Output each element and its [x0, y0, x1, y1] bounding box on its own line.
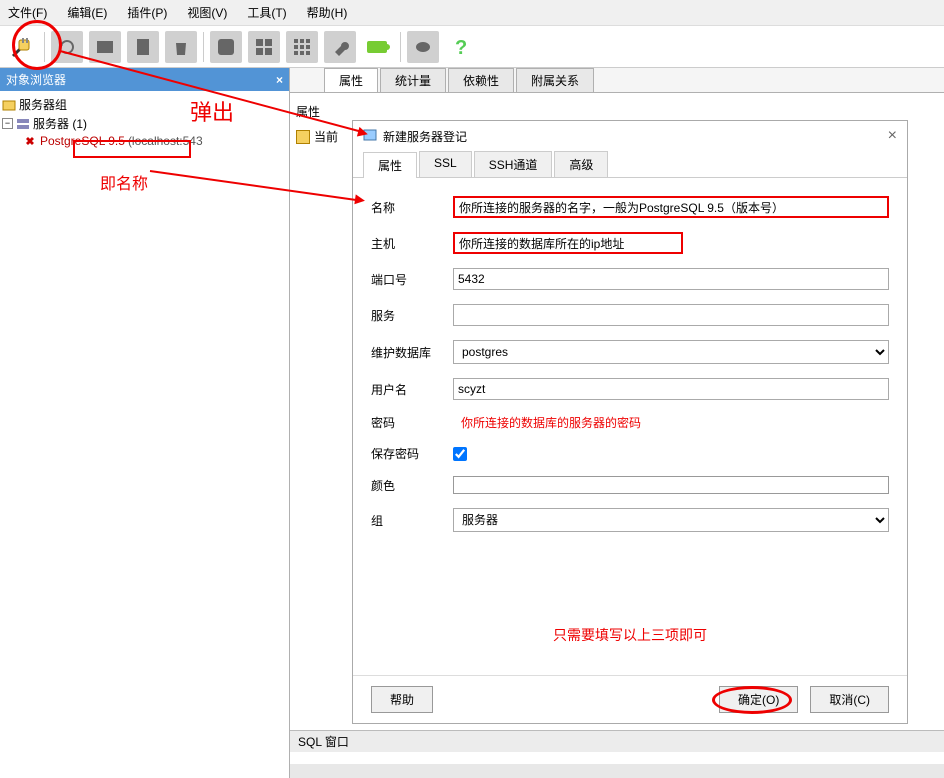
dialog-title: 新建服务器登记: [383, 128, 467, 145]
menu-view[interactable]: 视图(V): [183, 2, 231, 23]
select-group[interactable]: 服务器: [453, 508, 889, 532]
sidebar-title-label: 对象浏览器: [6, 71, 66, 88]
menu-bar: 文件(F) 编辑(E) 插件(P) 视图(V) 工具(T) 帮助(H): [0, 0, 944, 26]
toolbar-separator: [400, 32, 401, 62]
tab-properties[interactable]: 属性: [324, 68, 378, 92]
sidebar-close-icon[interactable]: ×: [276, 73, 283, 87]
cancel-button[interactable]: 取消(C): [810, 686, 889, 713]
label-savepwd: 保存密码: [371, 445, 441, 462]
input-user[interactable]: [453, 378, 889, 400]
tab-stats[interactable]: 统计量: [380, 68, 446, 92]
dialog-titlebar: 新建服务器登记 ×: [353, 121, 907, 151]
menu-edit[interactable]: 编辑(E): [63, 2, 111, 23]
tab-dependents[interactable]: 附属关系: [516, 68, 594, 92]
select-maintdb[interactable]: postgres: [453, 340, 889, 364]
grid-icon[interactable]: [248, 31, 280, 63]
content-tabs: 属性 统计量 依赖性 附属关系: [290, 68, 944, 93]
server-group-icon: [2, 98, 16, 112]
trash-icon[interactable]: [165, 31, 197, 63]
help-button[interactable]: 帮助: [371, 686, 433, 713]
servers-icon: [16, 117, 30, 131]
tree-view: 服务器组 − 服务器 (1) ✖ PostgreSQL 9.5 (localho…: [0, 91, 289, 778]
help-icon[interactable]: ?: [445, 31, 477, 63]
label-user: 用户名: [371, 381, 441, 398]
password-hint: 你所连接的数据库的服务器的密码: [453, 414, 889, 431]
dialog-tab-advanced[interactable]: 高级: [554, 151, 608, 177]
error-icon: ✖: [23, 134, 37, 148]
tree-server-host: (localhost:543: [128, 134, 203, 148]
input-host[interactable]: [453, 232, 683, 254]
tree-server-name: PostgreSQL 9.5: [40, 134, 125, 148]
wrench-icon[interactable]: [324, 31, 356, 63]
table-icon[interactable]: [89, 31, 121, 63]
toolbar: ?: [0, 26, 944, 68]
label-maintdb: 维护数据库: [371, 344, 441, 361]
form-note: 只需要填写以上三项即可: [371, 625, 889, 665]
sidebar-title: 对象浏览器 ×: [0, 68, 289, 91]
new-server-dialog: 新建服务器登记 × 属性 SSL SSH通道 高级 名称 主机 端口号 服务 维…: [352, 120, 908, 724]
menu-help[interactable]: 帮助(H): [303, 2, 352, 23]
grid2-icon[interactable]: [286, 31, 318, 63]
dialog-close-icon[interactable]: ×: [888, 127, 897, 145]
color-picker[interactable]: [453, 476, 889, 494]
menu-plugin[interactable]: 插件(P): [123, 2, 171, 23]
sql-icon[interactable]: [210, 31, 242, 63]
tree-servers-label: 服务器 (1): [33, 115, 87, 132]
refresh-icon[interactable]: [51, 31, 83, 63]
puzzle-icon[interactable]: [362, 31, 394, 63]
label-host: 主机: [371, 235, 441, 252]
tab-deps[interactable]: 依赖性: [448, 68, 514, 92]
svg-text:?: ?: [455, 37, 467, 58]
input-service[interactable]: [453, 304, 889, 326]
server-icon: [363, 128, 377, 145]
toolbar-separator: [203, 32, 204, 62]
tree-server-item[interactable]: ✖ PostgreSQL 9.5 (localhost:543: [2, 133, 287, 149]
ok-button[interactable]: 确定(O): [719, 686, 798, 713]
menu-file[interactable]: 文件(F): [4, 2, 51, 23]
input-name[interactable]: [453, 196, 889, 218]
menu-tools[interactable]: 工具(T): [243, 2, 290, 23]
dialog-tab-properties[interactable]: 属性: [363, 152, 417, 178]
label-color: 颜色: [371, 477, 441, 494]
plug-icon[interactable]: [6, 31, 38, 63]
label-port: 端口号: [371, 271, 441, 288]
current-icon: [296, 130, 310, 144]
hint-icon[interactable]: [407, 31, 439, 63]
collapse-icon[interactable]: −: [2, 118, 13, 129]
label-group: 组: [371, 512, 441, 529]
doc-icon[interactable]: [127, 31, 159, 63]
sql-pane-title: SQL 窗口: [290, 730, 944, 752]
label-password: 密码: [371, 414, 441, 431]
dialog-footer: 帮助 确定(O) 取消(C): [353, 675, 907, 723]
tree-servers[interactable]: − 服务器 (1): [2, 114, 287, 133]
dialog-tab-ssl[interactable]: SSL: [419, 151, 472, 177]
toolbar-separator: [44, 32, 45, 62]
checkbox-savepwd[interactable]: [453, 447, 467, 461]
dialog-tabs: 属性 SSL SSH通道 高级: [353, 151, 907, 178]
label-name: 名称: [371, 199, 441, 216]
sidebar: 对象浏览器 × 服务器组 − 服务器 (1) ✖ PostgreSQL 9.5: [0, 68, 290, 778]
dialog-form: 名称 主机 端口号 服务 维护数据库 postgres 用户名 密码 你所连接的…: [353, 178, 907, 675]
tree-root-label: 服务器组: [19, 96, 67, 113]
dialog-tab-ssh[interactable]: SSH通道: [474, 151, 553, 177]
tree-root[interactable]: 服务器组: [2, 95, 287, 114]
scrollbar-horizontal[interactable]: [290, 764, 944, 778]
label-service: 服务: [371, 307, 441, 324]
input-port[interactable]: [453, 268, 889, 290]
